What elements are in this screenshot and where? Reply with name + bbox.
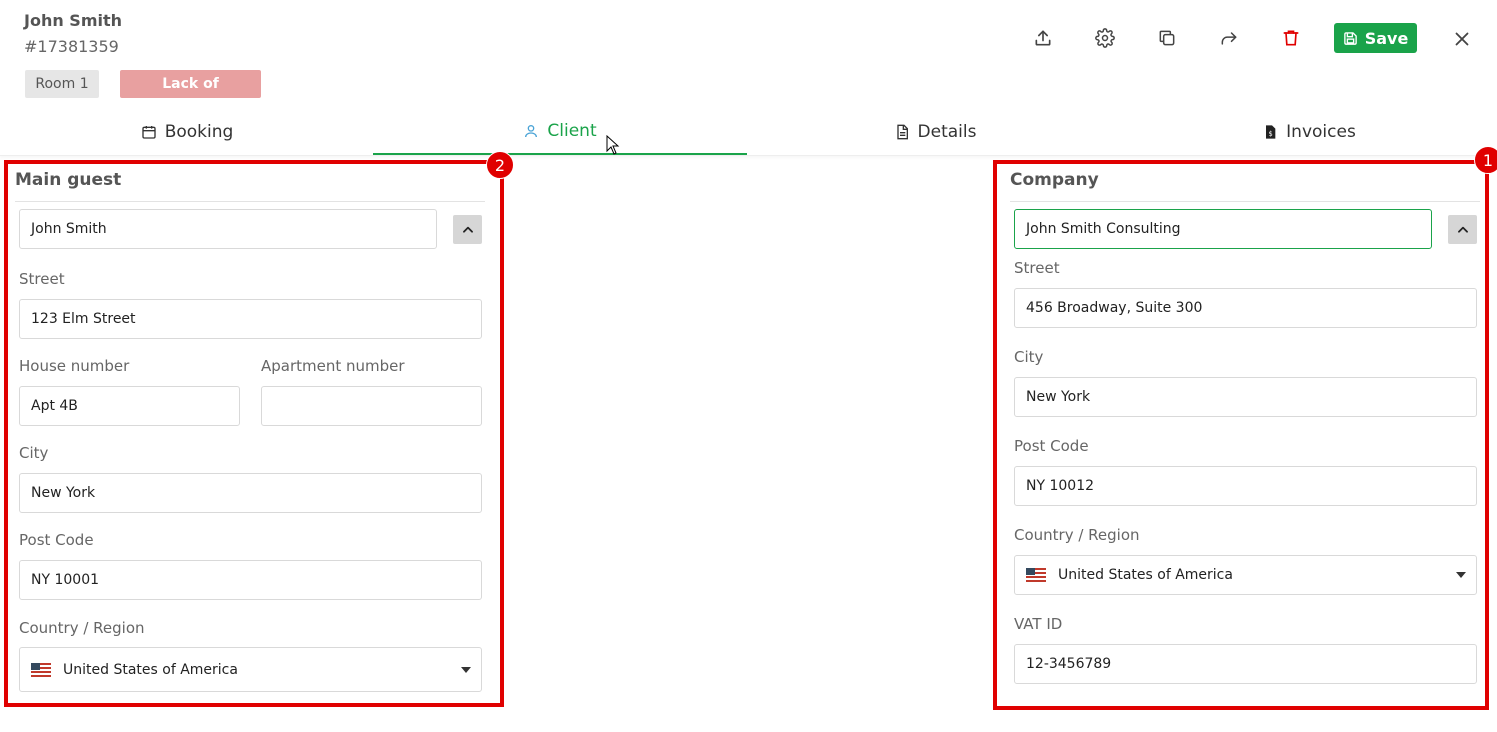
country-select[interactable]: United States of America xyxy=(19,647,482,692)
gear-icon[interactable] xyxy=(1093,26,1117,50)
company-city-field[interactable]: New York xyxy=(1014,377,1477,417)
tab-booking[interactable]: Booking xyxy=(0,108,374,155)
invoice-icon: $ xyxy=(1266,124,1276,139)
room-badge: Room 1 xyxy=(25,70,99,98)
company-country-value: United States of America xyxy=(1058,567,1233,583)
annotation-badge-2: 2 xyxy=(486,151,514,179)
house-number-field[interactable]: Apt 4B xyxy=(19,386,240,426)
copy-icon[interactable] xyxy=(1155,26,1179,50)
tab-details[interactable]: Details xyxy=(748,108,1122,155)
house-number-label: House number xyxy=(19,357,130,375)
city-label: City xyxy=(19,444,49,462)
tab-client[interactable]: Client xyxy=(373,108,747,155)
country-value: United States of America xyxy=(63,661,238,678)
chevron-up-icon xyxy=(1457,226,1468,233)
chevron-up-icon xyxy=(462,226,473,233)
booking-id: #17381359 xyxy=(24,37,119,56)
save-label: Save xyxy=(1364,28,1409,48)
apartment-number-label: Apartment number xyxy=(261,357,405,375)
divider xyxy=(1010,201,1480,202)
dropdown-caret-icon xyxy=(461,667,471,673)
dropdown-caret-icon xyxy=(1456,572,1466,578)
us-flag-icon xyxy=(31,662,51,677)
street-field[interactable]: 123 Elm Street xyxy=(19,299,482,339)
vat-id-field[interactable]: 12-3456789 xyxy=(1014,644,1477,684)
mouse-cursor-icon xyxy=(606,135,620,155)
company-country-select[interactable]: United States of America xyxy=(1014,555,1477,595)
tab-label: Details xyxy=(917,121,977,142)
tab-invoices[interactable]: $ Invoices xyxy=(1122,108,1496,155)
document-icon xyxy=(896,124,908,139)
us-flag-icon xyxy=(1026,568,1046,582)
share-icon[interactable] xyxy=(1217,26,1241,50)
company-country-label: Country / Region xyxy=(1014,526,1140,544)
post-code-field[interactable]: NY 10001 xyxy=(19,560,482,600)
company-title: Company xyxy=(1010,170,1099,190)
save-button[interactable]: Save xyxy=(1334,23,1417,53)
divider xyxy=(15,201,485,202)
company-street-field[interactable]: 456 Broadway, Suite 300 xyxy=(1014,288,1477,328)
tab-label: Booking xyxy=(164,121,234,142)
close-icon[interactable] xyxy=(1451,28,1473,50)
company-city-label: City xyxy=(1014,348,1044,366)
calendar-icon xyxy=(142,125,156,139)
annotation-badge-1: 1 xyxy=(1474,146,1497,174)
vat-id-label: VAT ID xyxy=(1014,615,1063,633)
client-name: John Smith xyxy=(24,11,123,30)
svg-text:$: $ xyxy=(1269,130,1273,138)
tab-label: Client xyxy=(547,120,597,141)
collapse-guest-button[interactable] xyxy=(453,215,482,244)
company-post-code-label: Post Code xyxy=(1014,437,1089,455)
country-label: Country / Region xyxy=(19,619,145,637)
trash-icon[interactable] xyxy=(1279,26,1303,50)
tab-label: Invoices xyxy=(1286,121,1356,142)
company-post-code-field[interactable]: NY 10012 xyxy=(1014,466,1477,506)
status-badge: Lack of payment xyxy=(120,70,261,120)
company-name-field[interactable]: John Smith Consulting xyxy=(1014,209,1432,249)
tab-bar: Booking Client Details $ Invoices xyxy=(0,108,1497,156)
main-guest-title: Main guest xyxy=(15,170,122,190)
street-label: Street xyxy=(19,270,65,288)
apartment-number-field[interactable] xyxy=(261,386,482,426)
floppy-icon xyxy=(1343,31,1357,45)
company-street-label: Street xyxy=(1014,259,1060,277)
user-icon xyxy=(525,124,538,137)
export-icon[interactable] xyxy=(1031,26,1055,50)
city-field[interactable]: New York xyxy=(19,473,482,513)
post-code-label: Post Code xyxy=(19,531,94,549)
guest-name-field[interactable]: John Smith xyxy=(19,209,437,249)
collapse-company-button[interactable] xyxy=(1448,215,1477,244)
